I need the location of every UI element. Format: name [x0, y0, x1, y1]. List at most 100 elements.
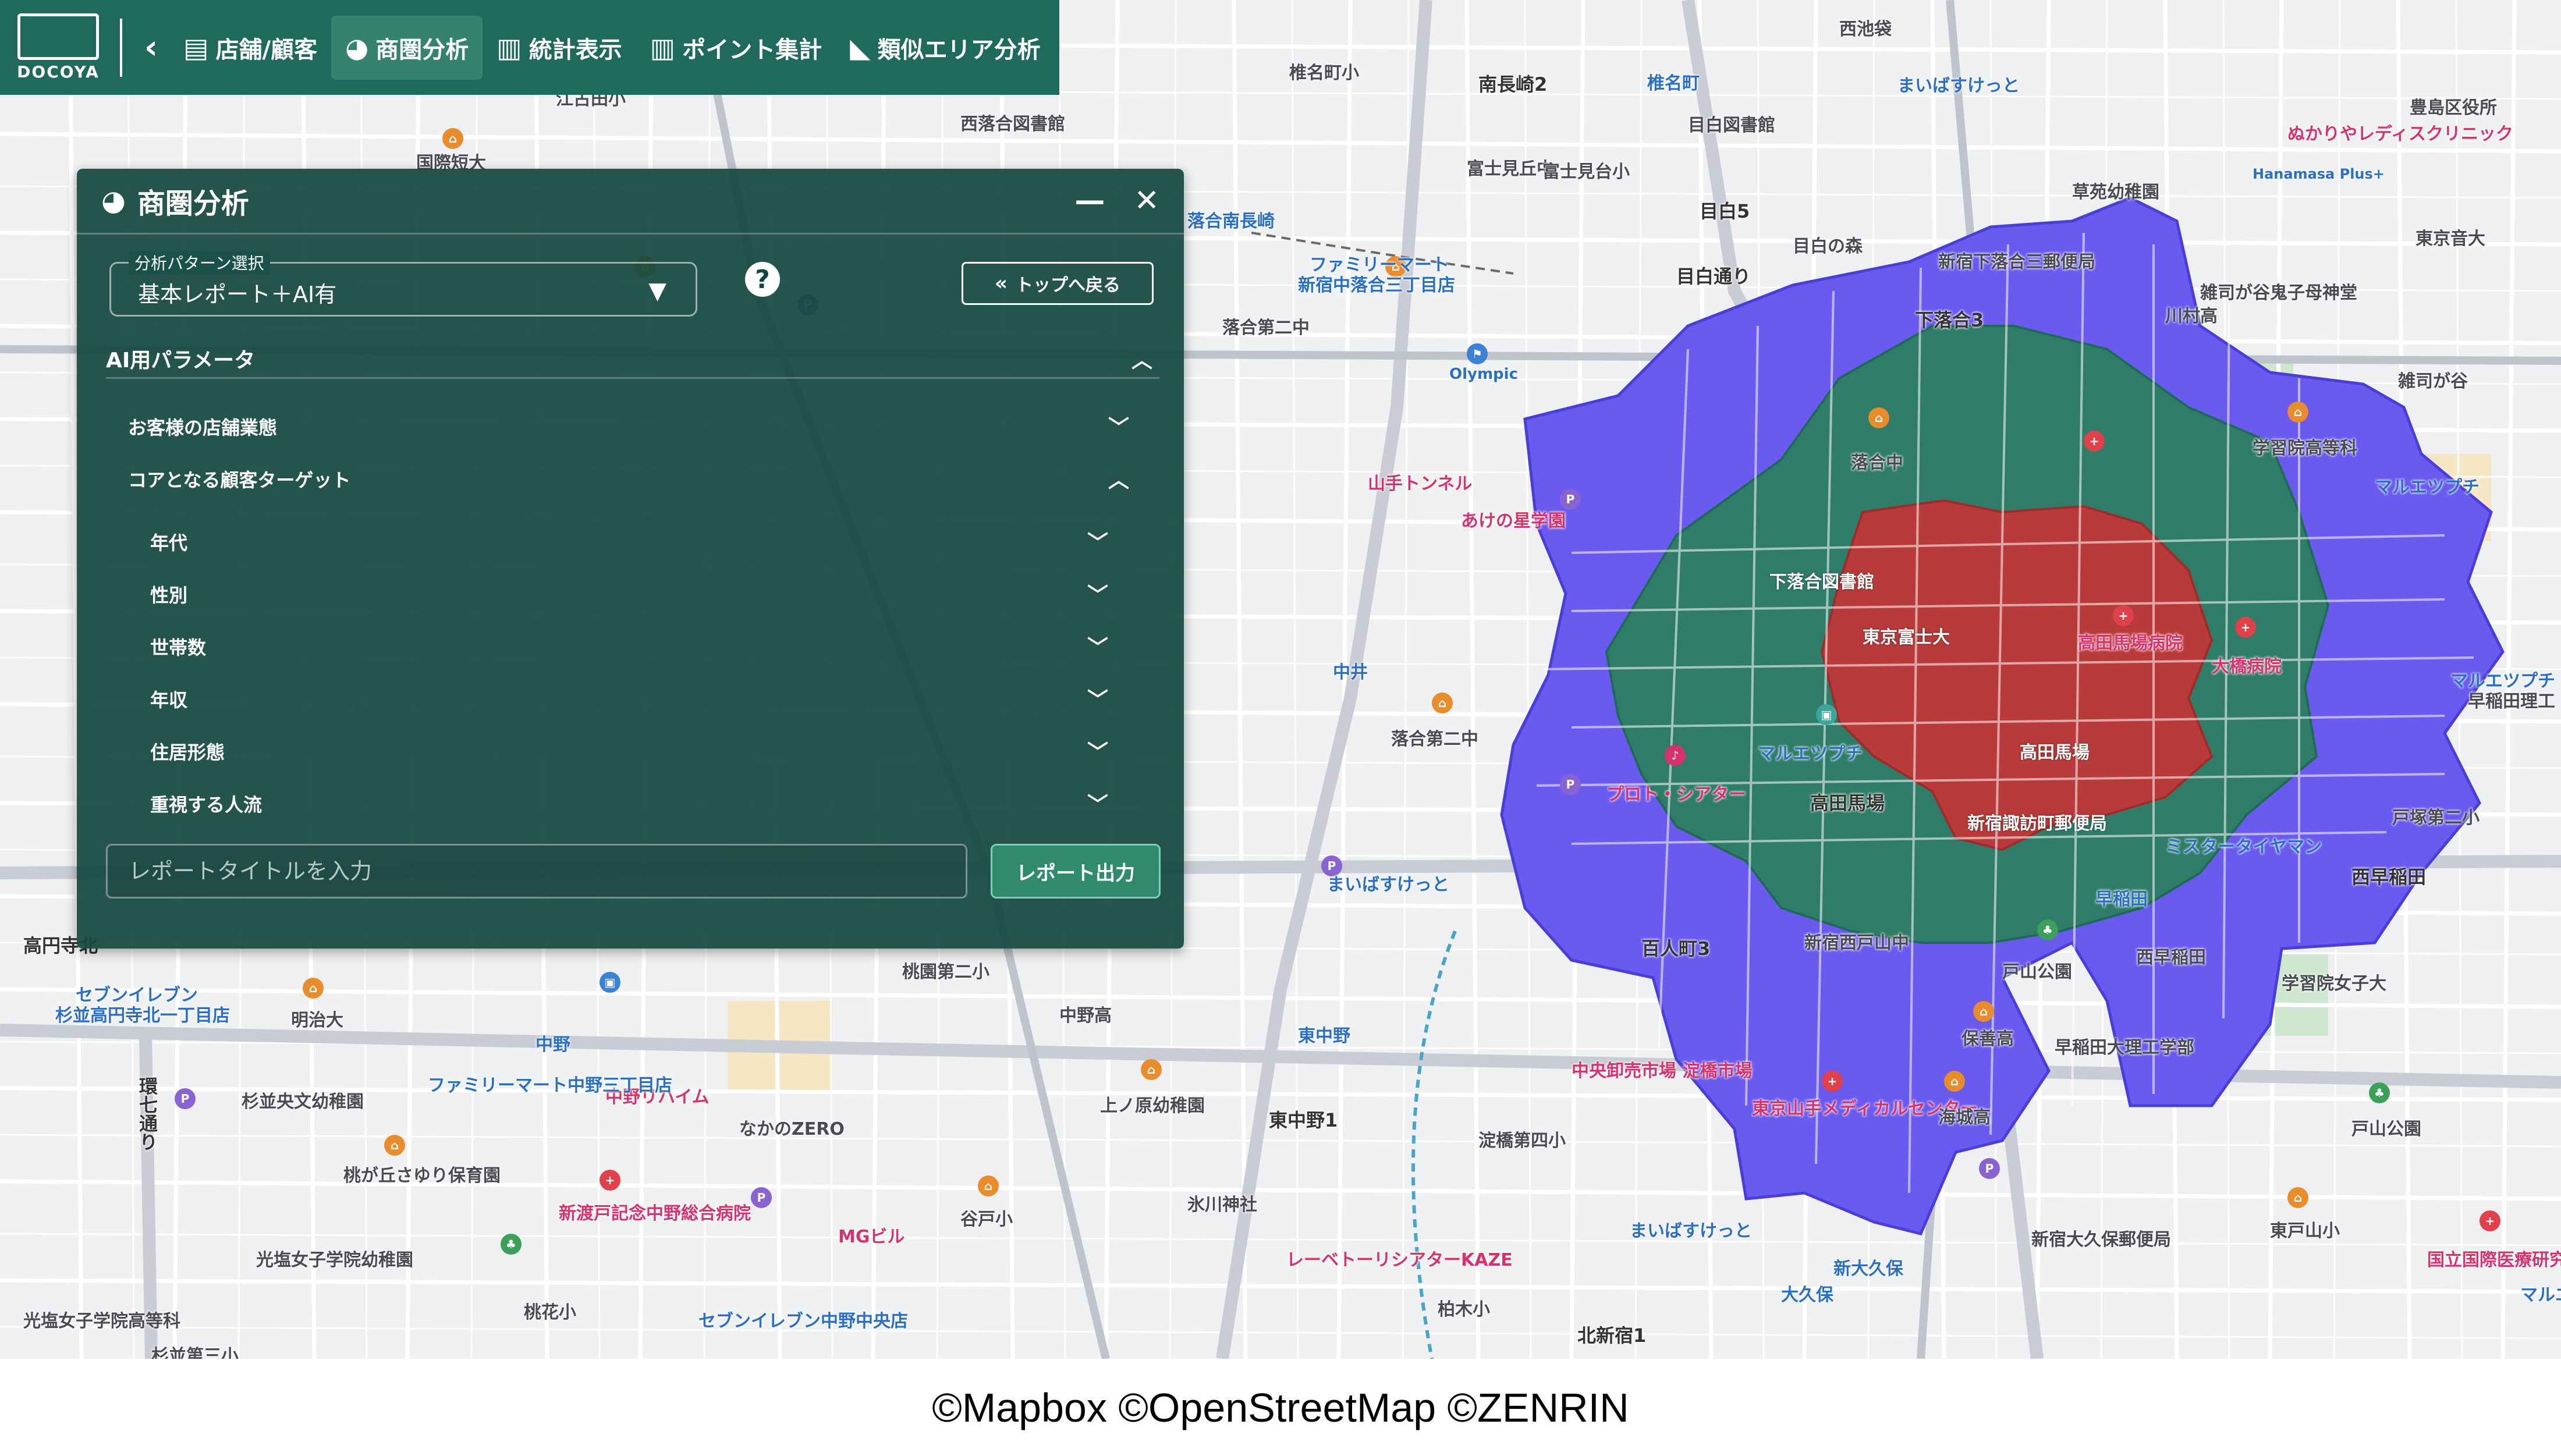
- double-chevron-left-icon: «: [995, 272, 1008, 295]
- map-label: マルエツプチ: [1758, 744, 1863, 764]
- map-label: まいばすけっと: [1327, 875, 1449, 895]
- param-label: 性別: [150, 584, 188, 606]
- param-age[interactable]: 年代 ﹀: [150, 528, 1108, 555]
- school-icon[interactable]: ⌂: [1432, 693, 1453, 713]
- hospital-icon[interactable]: +: [2480, 1210, 2500, 1231]
- park-icon[interactable]: ♣: [501, 1234, 522, 1255]
- param-income[interactable]: 年収 ﹀: [150, 686, 1108, 712]
- map-label: 目白図書館: [1688, 115, 1775, 136]
- chevron-down-icon: ﹀: [1087, 584, 1108, 608]
- store-icon[interactable]: ▣: [1816, 704, 1837, 725]
- map-label: 光塩女子学院幼稚園: [256, 1250, 413, 1270]
- school-icon[interactable]: ⌂: [1141, 1059, 1162, 1080]
- param-housing-type[interactable]: 住居形態 ﹀: [150, 738, 1108, 765]
- param-store-type[interactable]: お客様の店舗業態 ﹀: [128, 413, 1129, 440]
- map-label: 戸塚第二小: [2392, 808, 2480, 828]
- map-label: 新大久保: [1833, 1259, 1903, 1279]
- param-label: コアとなる顧客ターゲット: [128, 469, 351, 491]
- param-core-target[interactable]: コアとなる顧客ターゲット ︿: [128, 466, 1129, 492]
- toolbar-store-customer[interactable]: ▤ 店舗/顧客: [169, 16, 331, 80]
- area-chart-icon: ◣: [850, 31, 871, 63]
- map-label: 百人町3: [1641, 937, 1711, 960]
- map-label: 桃が丘さゆり保育園: [343, 1166, 501, 1186]
- map-label: 落合南長崎: [1187, 211, 1275, 232]
- map-label: 下落合図書館: [1769, 572, 1874, 592]
- hospital-icon[interactable]: +: [2235, 617, 2256, 638]
- map-label: あけの星学園: [1461, 511, 1566, 531]
- map-label: Olympic: [1449, 365, 1518, 383]
- park-icon[interactable]: ♣: [2369, 1082, 2390, 1103]
- map-label: 落合第二中: [1222, 318, 1310, 338]
- hospital-icon[interactable]: +: [600, 1170, 620, 1191]
- param-households[interactable]: 世帯数 ﹀: [150, 633, 1108, 660]
- map-label: 東戸山小: [2270, 1221, 2340, 1241]
- map-label: 富士見台小: [1542, 162, 1630, 182]
- param-foot-traffic[interactable]: 重視する人流 ﹀: [150, 790, 1108, 817]
- store-icon[interactable]: ▣: [600, 972, 620, 993]
- map-label: 椎名町: [1647, 73, 1700, 94]
- toolbar-trade-area-analysis[interactable]: ◕ 商圏分析: [331, 15, 483, 80]
- map-label: 西早稲田: [2351, 866, 2427, 888]
- toolbar-divider: [120, 18, 122, 77]
- olympic-store-icon[interactable]: ⚑: [1467, 343, 1488, 364]
- help-icon[interactable]: ?: [745, 262, 780, 297]
- toolbar-similar-area-analysis[interactable]: ◣ 類似エリア分析: [836, 16, 1054, 80]
- param-gender[interactable]: 性別 ﹀: [150, 581, 1108, 608]
- map-label: 高田馬場: [2020, 743, 2090, 763]
- minimize-icon[interactable]: —: [1074, 183, 1105, 218]
- bar-chart-icon: ▥: [650, 31, 676, 63]
- map-label: 草苑幼稚園: [2072, 182, 2159, 203]
- map-label: 西落合図書館: [960, 114, 1065, 134]
- map-copyright: ©Mapbox ©OpenStreetMap ©ZENRIN: [932, 1384, 1629, 1430]
- toolbar-point-aggregation[interactable]: ▥ ポイント集計: [636, 16, 836, 80]
- school-icon[interactable]: ⌂: [978, 1176, 999, 1196]
- parking-icon[interactable]: P: [751, 1187, 772, 1208]
- report-title-field[interactable]: [106, 844, 967, 899]
- docoya-logo[interactable]: DOCOYA: [0, 0, 116, 95]
- map-label: セブンイレブン: [76, 985, 198, 1006]
- map-label: 新宿中落合三丁目店: [1298, 275, 1455, 296]
- map-label: 豊島区役所: [2410, 98, 2497, 118]
- school-icon[interactable]: ⌂: [1944, 1071, 1965, 1092]
- parking-icon[interactable]: P: [175, 1088, 196, 1109]
- school-icon[interactable]: ⌂: [303, 978, 324, 999]
- parking-icon[interactable]: P: [1979, 1158, 2000, 1179]
- map-label: 東京音大: [2415, 229, 2485, 249]
- report-output-button[interactable]: レポート出力: [991, 844, 1161, 899]
- toolbar-statistics-display[interactable]: ▥ 統計表示: [483, 16, 636, 80]
- theater-icon[interactable]: ♪: [1665, 745, 1686, 766]
- chevron-down-icon: ﹀: [1087, 531, 1108, 555]
- hospital-icon[interactable]: +: [2084, 431, 2105, 452]
- school-icon[interactable]: ⌂: [2287, 402, 2308, 422]
- pie-chart-icon: ◕: [345, 31, 369, 63]
- back-to-top-button[interactable]: « トップへ戻る: [962, 262, 1154, 305]
- map-label: ファミリーマート中野三丁目店: [428, 1075, 672, 1096]
- parking-icon[interactable]: P: [1560, 774, 1581, 795]
- map-label: 下落合3: [1915, 309, 1984, 331]
- map-label: 西池袋: [1839, 19, 1892, 40]
- collapse-chevron-icon[interactable]: ‹: [133, 29, 169, 66]
- report-title-input[interactable]: [108, 846, 966, 897]
- ai-parameters-header[interactable]: AI用パラメータ ︿: [106, 343, 1159, 379]
- map-label: 中井: [1333, 662, 1368, 683]
- toolbar-item-label: 店舗/顧客: [215, 36, 318, 63]
- school-icon[interactable]: ⌂: [384, 1135, 405, 1156]
- school-icon[interactable]: ⌂: [1973, 1001, 1994, 1022]
- hospital-icon[interactable]: +: [2113, 605, 2134, 626]
- map-label: マルエツプチ: [2375, 477, 2480, 498]
- map-label: なかのZERO: [739, 1119, 845, 1139]
- park-icon[interactable]: ♣: [2037, 919, 2058, 940]
- map-label: 大橋病院: [2212, 656, 2282, 677]
- close-icon[interactable]: ✕: [1134, 183, 1159, 218]
- map-label: 柏木小: [1438, 1299, 1490, 1320]
- map-label: 明治大: [291, 1010, 343, 1031]
- hospital-icon[interactable]: +: [1822, 1071, 1843, 1092]
- map-label: 北新宿1: [1577, 1324, 1647, 1347]
- school-icon[interactable]: ⌂: [2287, 1187, 2308, 1208]
- chevron-down-icon: ﹀: [1108, 416, 1129, 440]
- analysis-pattern-select[interactable]: 分析パターン選択 基本レポート＋AI有 ▼: [109, 251, 697, 317]
- school-icon[interactable]: ⌂: [442, 128, 463, 149]
- map-label: 桃花小: [524, 1302, 576, 1323]
- map-label: ミスタータイヤマン: [2165, 837, 2322, 857]
- school-icon[interactable]: ⌂: [1868, 407, 1889, 428]
